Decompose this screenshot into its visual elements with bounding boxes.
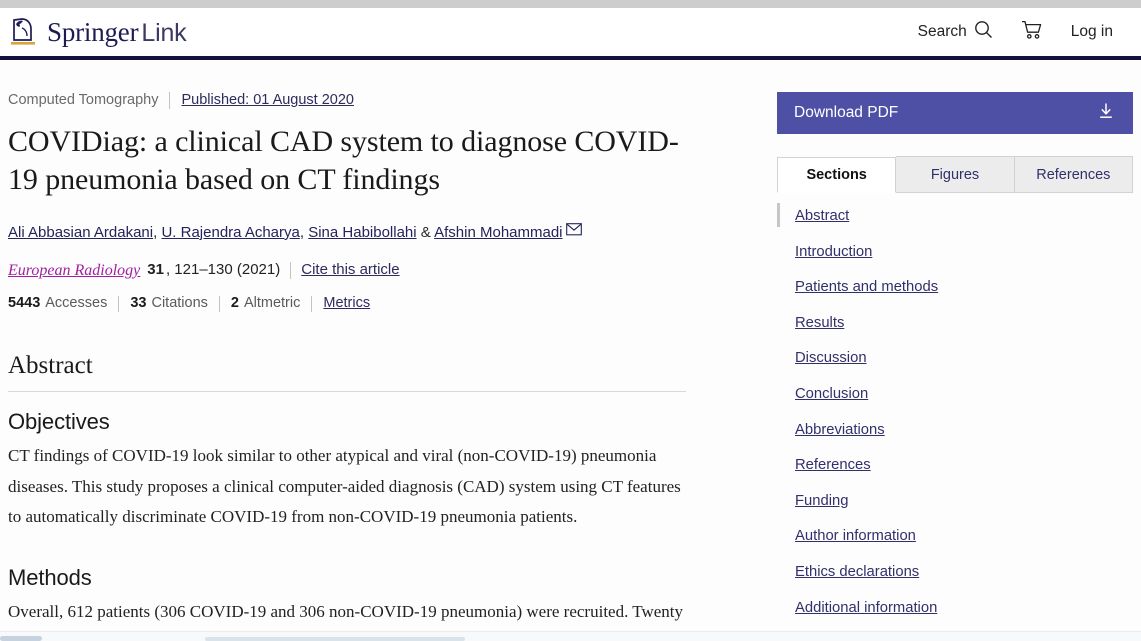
author-link-1[interactable]: Ali Abbasian Ardakani xyxy=(8,224,153,241)
author-list: Ali Abbasian Ardakani, U. Rajendra Achar… xyxy=(8,221,698,243)
tab-figures[interactable]: Figures xyxy=(896,156,1015,192)
sidebar-link-conclusion[interactable]: Conclusion xyxy=(795,386,868,402)
sidebar-item-funding[interactable]: Funding xyxy=(777,492,1133,510)
sidebar-link-abbreviations[interactable]: Abbreviations xyxy=(795,422,885,438)
shopping-cart-icon xyxy=(1021,20,1043,45)
sidebar-column: Download PDF Sections Figures References… xyxy=(777,64,1133,634)
download-arrow-icon xyxy=(1097,102,1115,125)
altmetric-label: Altmetric xyxy=(243,294,301,311)
metrics-divider-1 xyxy=(118,295,120,312)
browser-viewport: Springer Link Search Log in Computed Tom… xyxy=(0,0,1141,641)
citations-label: Citations xyxy=(151,294,208,311)
sidebar-link-introduction[interactable]: Introduction xyxy=(795,244,872,260)
breadcrumb-divider xyxy=(169,92,171,109)
sidebar-item-patients-and-methods[interactable]: Patients and methods xyxy=(777,278,1133,296)
sidebar-item-ethics-declarations[interactable]: Ethics declarations xyxy=(777,563,1133,581)
download-pdf-label: Download PDF xyxy=(794,104,899,121)
objectives-paragraph: CT findings of COVID-19 look similar to … xyxy=(8,446,681,526)
header-actions: Search Log in xyxy=(904,14,1127,51)
altmetric-count: 2 xyxy=(230,294,239,311)
site-header: Springer Link Search Log in xyxy=(0,8,1141,60)
horizontal-scrollbar-thumb-secondary[interactable] xyxy=(205,637,465,641)
login-button[interactable]: Log in xyxy=(1057,17,1127,47)
journal-volume: 31 xyxy=(147,261,164,279)
section-nav-list: Abstract Introduction Patients and metho… xyxy=(777,193,1133,616)
brand-wordmark: Springer Link xyxy=(47,16,187,48)
sidebar-item-author-information[interactable]: Author information xyxy=(777,527,1133,545)
page-body: Computed Tomography Published: 01 August… xyxy=(0,64,1141,641)
metrics-bar: 5443 Accesses 33 Citations 2 Altmetric M… xyxy=(8,295,698,312)
magnifier-icon xyxy=(974,20,993,44)
sidebar-link-discussion[interactable]: Discussion xyxy=(795,350,867,366)
horizontal-scrollbar-track[interactable] xyxy=(0,631,1141,641)
sidebar-item-conclusion[interactable]: Conclusion xyxy=(777,385,1133,403)
author-joiner: & xyxy=(416,223,435,241)
sidebar-link-abstract[interactable]: Abstract xyxy=(795,208,849,224)
sidebar-item-introduction[interactable]: Introduction xyxy=(777,243,1133,261)
metrics-divider-2 xyxy=(218,295,220,312)
sidebar-link-additional-information[interactable]: Additional information xyxy=(795,600,937,616)
accesses-count: 5443 xyxy=(8,294,41,311)
cart-button[interactable] xyxy=(1007,14,1057,51)
abstract-heading: Abstract xyxy=(8,352,686,393)
springerlink-logo[interactable]: Springer Link xyxy=(8,16,187,48)
tab-sections[interactable]: Sections xyxy=(777,157,897,193)
cite-article-link[interactable]: Cite this article xyxy=(301,261,399,279)
brand-secondary: Link xyxy=(141,18,187,47)
metrics-divider-3 xyxy=(311,295,313,312)
sidebar-tabs: Sections Figures References xyxy=(777,156,1133,193)
brand-primary: Springer xyxy=(47,16,139,47)
journal-citation: European Radiology 31 , 121–130 (2021) C… xyxy=(8,261,698,280)
author-link-2[interactable]: U. Rajendra Acharya xyxy=(161,224,299,241)
journal-pages: , 121–130 (2021) xyxy=(165,261,281,279)
breadcrumb: Computed Tomography Published: 01 August… xyxy=(8,92,698,109)
breadcrumb-category: Computed Tomography xyxy=(8,91,159,108)
metrics-link[interactable]: Metrics xyxy=(323,295,370,312)
accesses-label: Accesses xyxy=(45,294,108,311)
search-label: Search xyxy=(917,23,967,40)
envelope-icon[interactable] xyxy=(565,221,582,242)
sidebar-link-patients-and-methods[interactable]: Patients and methods xyxy=(795,279,938,295)
sidebar-item-abstract[interactable]: Abstract xyxy=(777,203,1133,227)
page-title: COVIDiag: a clinical CAD system to diagn… xyxy=(8,125,679,197)
tab-references[interactable]: References xyxy=(1014,156,1133,192)
sidebar-link-funding[interactable]: Funding xyxy=(795,493,848,509)
journal-divider xyxy=(290,261,292,279)
login-label: Log in xyxy=(1070,23,1113,40)
published-date-link[interactable]: Published: 01 August 2020 xyxy=(181,92,354,109)
article-column: Computed Tomography Published: 01 August… xyxy=(8,64,698,641)
browser-chrome-strip xyxy=(0,0,1141,8)
author-sep-2: , xyxy=(299,223,309,241)
sidebar-item-results[interactable]: Results xyxy=(777,314,1133,332)
author-link-3[interactable]: Sina Habibollahi xyxy=(308,224,416,241)
sidebar-link-results[interactable]: Results xyxy=(795,315,844,331)
objectives-heading: Objectives xyxy=(8,409,110,435)
sidebar-link-author-information[interactable]: Author information xyxy=(795,528,916,544)
horizontal-scrollbar-thumb[interactable] xyxy=(0,636,42,641)
sidebar-item-additional-information[interactable]: Additional information xyxy=(777,599,1133,617)
citations-count: 33 xyxy=(130,294,147,311)
search-button[interactable]: Search xyxy=(904,14,1007,50)
sidebar-item-discussion[interactable]: Discussion xyxy=(777,349,1133,367)
sidebar-link-references[interactable]: References xyxy=(795,457,871,473)
sidebar-link-ethics-declarations[interactable]: Ethics declarations xyxy=(795,564,919,580)
download-pdf-button[interactable]: Download PDF xyxy=(777,92,1133,134)
methods-heading: Methods xyxy=(8,565,92,591)
journal-name-link[interactable]: European Radiology xyxy=(8,261,140,280)
sidebar-item-abbreviations[interactable]: Abbreviations xyxy=(777,421,1133,439)
springer-knight-logo-icon xyxy=(8,16,38,48)
author-link-4[interactable]: Afshin Mohammadi xyxy=(434,224,562,241)
sidebar-item-references[interactable]: References xyxy=(777,456,1133,474)
